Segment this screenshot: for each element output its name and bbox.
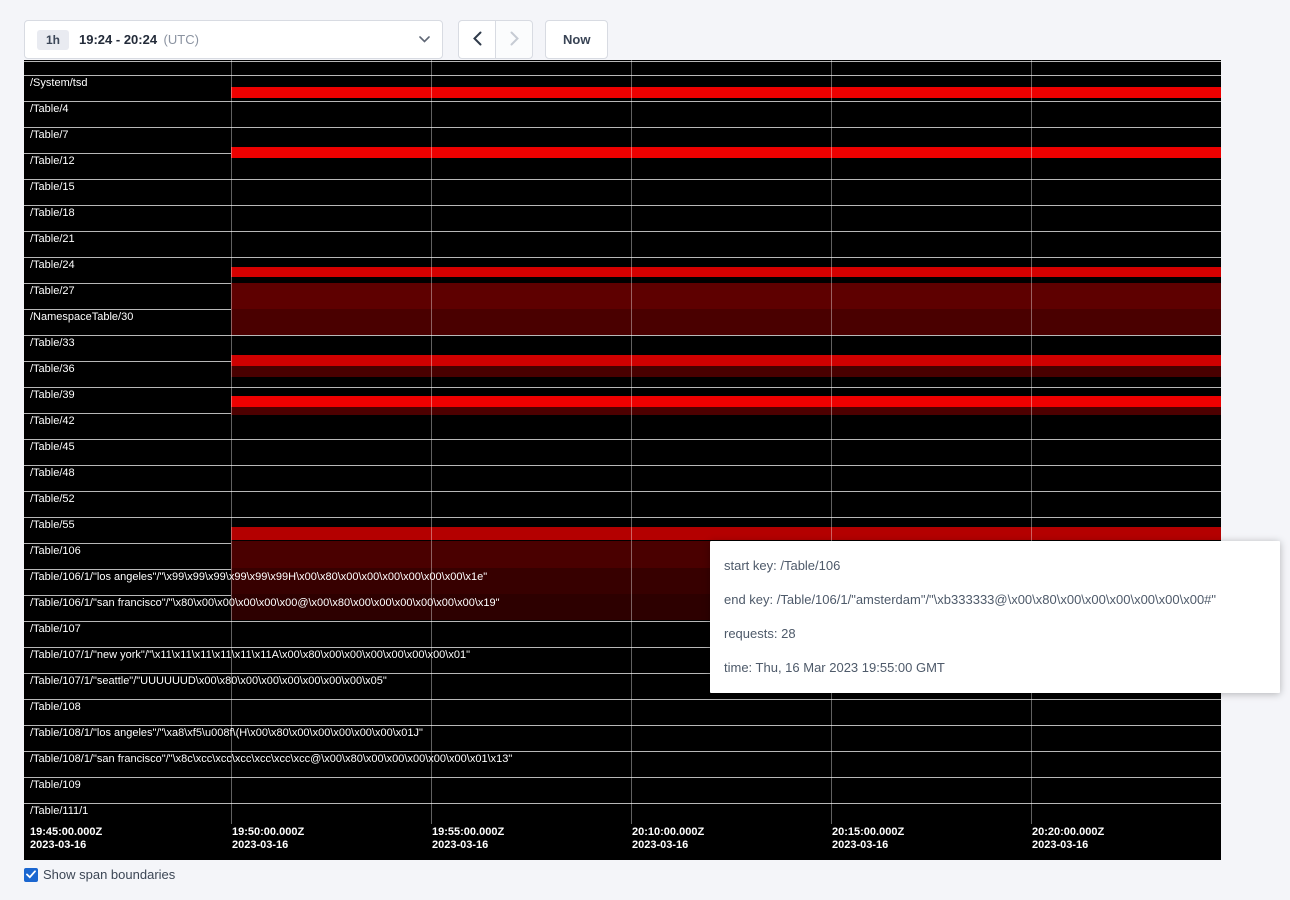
heat-band[interactable] xyxy=(231,309,1221,335)
prev-range-button[interactable] xyxy=(458,20,496,59)
row-label: /NamespaceTable/30 xyxy=(30,311,133,324)
span-boundary-line xyxy=(24,777,1221,778)
row-label: /System/tsd xyxy=(30,77,87,90)
row-label: /Table/42 xyxy=(30,415,75,428)
chevron-right-icon xyxy=(510,31,519,49)
row-label: /Table/4 xyxy=(30,103,69,116)
row-label: /Table/52 xyxy=(30,493,75,506)
time-axis-label: 19:45:00.000Z2023-03-16 xyxy=(30,826,102,852)
time-gridline xyxy=(1031,60,1032,824)
row-label: /Table/21 xyxy=(30,233,75,246)
span-boundary-line xyxy=(24,751,1221,752)
range-timezone: (UTC) xyxy=(164,32,199,47)
span-boundary-line xyxy=(24,231,1221,232)
tooltip-end-key: end key: /Table/106/1/"amsterdam"/"\xb33… xyxy=(724,583,1266,617)
range-label: 19:24 - 20:24 xyxy=(79,32,157,47)
range-duration-badge: 1h xyxy=(37,30,69,50)
time-axis-label: 20:20:00.000Z2023-03-16 xyxy=(1032,826,1104,852)
tooltip-start-key: start key: /Table/106 xyxy=(724,549,1266,583)
tooltip-time: time: Thu, 16 Mar 2023 19:55:00 GMT xyxy=(724,651,1266,685)
row-label: /Table/45 xyxy=(30,441,75,454)
span-boundary-line xyxy=(24,491,1221,492)
time-range-selector[interactable]: 1h 19:24 - 20:24 (UTC) xyxy=(24,20,443,59)
time-axis-label: 20:10:00.000Z2023-03-16 xyxy=(632,826,704,852)
row-label: /Table/106/1/"san francisco"/"\x80\x00\x… xyxy=(30,597,500,610)
heat-band[interactable] xyxy=(231,267,1221,277)
key-visualizer-page: { "toolbar": { "range": { "badge": "1h",… xyxy=(0,0,1290,900)
span-boundary-line xyxy=(24,61,1221,62)
time-gridline xyxy=(831,60,832,824)
row-label: /Table/107 xyxy=(30,623,81,636)
row-label: /Table/15 xyxy=(30,181,75,194)
time-axis-label: 20:15:00.000Z2023-03-16 xyxy=(832,826,904,852)
row-label: /Table/106 xyxy=(30,545,81,558)
heat-band[interactable] xyxy=(231,283,1221,309)
span-boundary-line xyxy=(24,465,1221,466)
row-label: /Table/7 xyxy=(30,129,69,142)
heat-band[interactable] xyxy=(231,355,1221,366)
row-label: /Table/107/1/"seattle"/"UUUUUUD\x00\x80\… xyxy=(30,675,387,688)
span-boundary-line xyxy=(24,517,1221,518)
row-label: /Table/106/1/"los angeles"/"\x99\x99\x99… xyxy=(30,571,487,584)
row-label: /Table/36 xyxy=(30,363,75,376)
heat-band[interactable] xyxy=(231,396,1221,407)
time-nav-group xyxy=(458,20,533,59)
span-boundary-line xyxy=(24,439,1221,440)
row-label: /Table/33 xyxy=(30,337,75,350)
row-label: /Table/18 xyxy=(30,207,75,220)
heat-band[interactable] xyxy=(231,87,1221,98)
heat-band[interactable] xyxy=(231,147,1221,158)
now-button[interactable]: Now xyxy=(545,20,608,59)
heat-band[interactable] xyxy=(231,527,1221,540)
span-boundary-line xyxy=(24,699,1221,700)
span-boundary-line xyxy=(24,179,1221,180)
chevron-left-icon xyxy=(473,31,482,49)
heat-band[interactable] xyxy=(231,407,1221,415)
show-span-boundaries-label: Show span boundaries xyxy=(43,867,175,882)
footer: Show span boundaries xyxy=(24,867,175,882)
tooltip-requests: requests: 28 xyxy=(724,617,1266,651)
row-label: /Table/109 xyxy=(30,779,81,792)
row-label: /Table/108/1/"san francisco"/"\x8c\xcc\x… xyxy=(30,753,512,766)
row-label: /Table/24 xyxy=(30,259,75,272)
row-label: /Table/12 xyxy=(30,155,75,168)
next-range-button[interactable] xyxy=(495,20,533,59)
row-label: /Table/108 xyxy=(30,701,81,714)
span-boundary-line xyxy=(24,803,1221,804)
row-label: /Table/111/1 xyxy=(30,805,88,818)
time-axis-label: 19:55:00.000Z2023-03-16 xyxy=(432,826,504,852)
row-label: /Table/27 xyxy=(30,285,75,298)
span-boundary-line xyxy=(24,725,1221,726)
span-boundary-line xyxy=(24,387,1221,388)
span-boundary-line xyxy=(24,101,1221,102)
row-label: /Table/39 xyxy=(30,389,75,402)
span-boundary-line xyxy=(24,75,1221,76)
row-label: /Table/107/1/"new york"/"\x11\x11\x11\x1… xyxy=(30,649,470,662)
heat-band[interactable] xyxy=(231,366,1221,377)
time-axis-label: 19:50:00.000Z2023-03-16 xyxy=(232,826,304,852)
row-label: /Table/48 xyxy=(30,467,75,480)
key-visualizer-canvas[interactable]: /System/tsd/Table/4/Table/7/Table/12/Tab… xyxy=(24,60,1221,860)
time-gridline xyxy=(631,60,632,824)
span-boundary-line xyxy=(24,205,1221,206)
hover-tooltip: start key: /Table/106 end key: /Table/10… xyxy=(710,541,1280,693)
span-boundary-line xyxy=(24,335,1221,336)
checkmark-icon xyxy=(26,866,36,884)
time-gridline xyxy=(231,60,232,824)
row-label: /Table/55 xyxy=(30,519,75,532)
chevron-down-icon xyxy=(419,36,430,43)
span-boundary-line xyxy=(24,257,1221,258)
span-boundary-line xyxy=(24,127,1221,128)
show-span-boundaries-checkbox[interactable] xyxy=(24,868,38,882)
time-gridline xyxy=(431,60,432,824)
row-label: /Table/108/1/"los angeles"/"\xa8\xf5\u00… xyxy=(30,727,423,740)
